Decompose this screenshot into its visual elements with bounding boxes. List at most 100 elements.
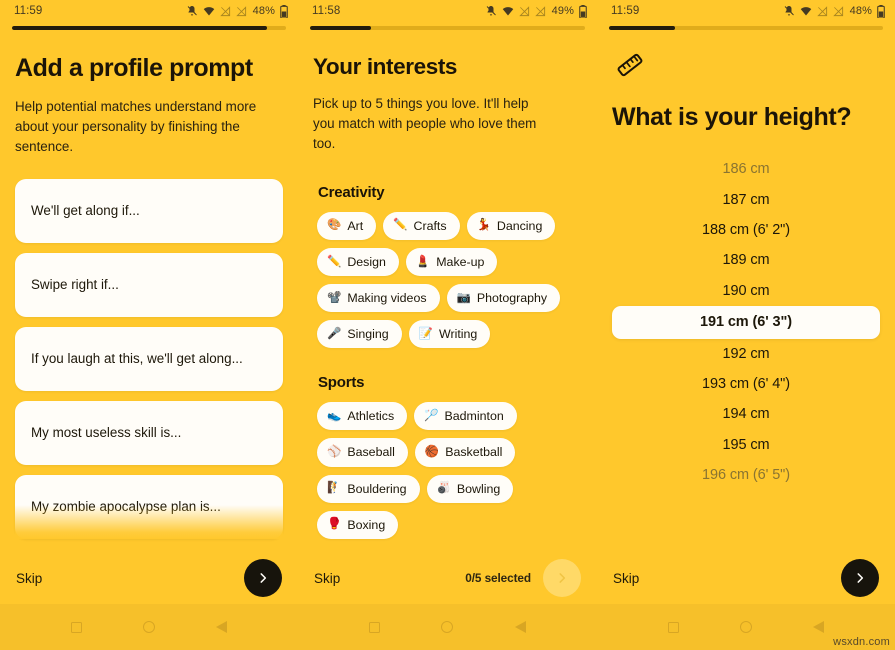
signal-off-icon	[518, 5, 529, 16]
interest-chip[interactable]: 🥊 Boxing	[317, 510, 399, 539]
height-option[interactable]: 189 cm	[612, 245, 880, 275]
chevron-right-icon	[559, 573, 566, 583]
ruler-icon	[615, 50, 880, 85]
status-clock: 11:59	[14, 5, 43, 17]
prompt-card[interactable]: My most useless skill is...	[15, 400, 283, 465]
screen-interests: 11:58 49% Your interests Pick up to 5 th…	[298, 0, 597, 650]
battery-percent: 48%	[252, 5, 275, 17]
recents-button[interactable]	[667, 621, 679, 633]
chip-label: Writing	[439, 327, 478, 342]
status-bar: 11:58 49%	[298, 0, 597, 22]
next-button[interactable]	[841, 559, 879, 597]
interest-chip[interactable]: 🏸 Badminton	[414, 402, 517, 431]
height-option[interactable]: 186 cm	[612, 154, 880, 184]
android-nav-bar	[0, 604, 298, 650]
height-option[interactable]: 196 cm (6' 5")	[612, 460, 880, 490]
signal-off-icon	[219, 5, 230, 16]
height-option[interactable]: 195 cm	[612, 430, 880, 460]
screen-content: Your interests Pick up to 5 things you l…	[298, 36, 597, 552]
interest-chip[interactable]: 📽️ Making videos	[317, 284, 440, 313]
footer-actions	[244, 559, 282, 597]
height-option[interactable]: 193 cm (6' 4")	[612, 369, 880, 399]
page-subtitle: Help potential matches understand more a…	[15, 99, 257, 154]
battery-icon	[877, 4, 885, 18]
status-icons: 48%	[783, 4, 885, 18]
next-button[interactable]	[543, 559, 581, 597]
home-button[interactable]	[142, 621, 155, 633]
interest-chip[interactable]: ✏️ Crafts	[383, 211, 460, 240]
dancing-icon: 💃	[476, 219, 491, 232]
athletics-icon: 👟	[327, 409, 342, 422]
page-title: Add a profile prompt	[15, 54, 253, 82]
android-nav-bar	[298, 604, 597, 650]
height-option[interactable]: 190 cm	[612, 275, 880, 305]
footer-actions	[841, 559, 879, 597]
interest-chip[interactable]: 👟 Athletics	[317, 402, 408, 431]
status-bar: 11:59 48%	[0, 0, 298, 22]
height-option[interactable]: 187 cm	[612, 185, 880, 215]
prompt-card[interactable]: If you laugh at this, we'll get along...	[15, 326, 283, 391]
status-clock: 11:59	[611, 5, 640, 17]
chip-label: Dancing	[496, 218, 543, 233]
design-icon: ✏️	[327, 255, 342, 268]
skip-button[interactable]: Skip	[16, 571, 42, 586]
chip-label: Crafts	[413, 218, 447, 233]
skip-button[interactable]: Skip	[613, 571, 639, 586]
chip-label: Badminton	[444, 409, 504, 424]
art-icon: 🎨	[327, 219, 342, 232]
chip-label: Design	[347, 254, 386, 269]
interest-chip[interactable]: 🎨 Art	[317, 211, 377, 240]
prompt-card[interactable]: We'll get along if...	[15, 178, 283, 243]
interest-chip[interactable]: 💄 Make-up	[405, 247, 498, 277]
interest-chip[interactable]: 🎤 Singing	[317, 320, 402, 349]
height-option[interactable]: 194 cm	[612, 399, 880, 429]
interest-chip[interactable]: 📝 Writing	[408, 320, 491, 349]
home-button[interactable]	[441, 621, 454, 633]
writing-icon: 📝	[418, 327, 433, 340]
home-button[interactable]	[739, 621, 752, 633]
chevron-right-icon	[260, 573, 267, 583]
interest-chip[interactable]: ⚾ Baseball	[317, 438, 408, 467]
interest-chip[interactable]: 📷 Photography	[446, 284, 561, 313]
badminton-icon: 🏸	[424, 409, 439, 422]
next-button[interactable]	[244, 559, 282, 597]
prompt-card[interactable]: My zombie apocalypse plan is...	[15, 474, 283, 539]
interest-chip[interactable]: 🎳 Bowling	[426, 474, 514, 503]
makeup-icon: 💄	[415, 255, 431, 268]
chip-group-sports: 👟 Athletics 🏸 Badminton ⚾ Baseball 🏀 Basketb…	[313, 402, 582, 539]
back-button[interactable]	[515, 621, 527, 633]
status-icons: 49%	[485, 4, 587, 18]
signal-off-icon	[534, 5, 545, 16]
prompt-card[interactable]: Swipe right if...	[15, 252, 283, 317]
battery-percent: 49%	[551, 5, 574, 17]
height-option-selected[interactable]: 191 cm (6' 3")	[612, 305, 880, 339]
progress-fill	[12, 26, 267, 30]
prompt-card-list: We'll get along if... Swipe right if... …	[15, 178, 283, 539]
interest-chip[interactable]: 💃 Dancing	[466, 211, 556, 240]
bell-muted-icon	[784, 6, 794, 16]
photography-icon: 📷	[456, 291, 471, 304]
chip-label: Make-up	[436, 254, 485, 269]
progress-track	[609, 26, 883, 30]
height-option[interactable]: 192 cm	[612, 339, 880, 369]
signal-off-icon	[235, 5, 246, 16]
battery-icon	[579, 4, 587, 18]
screen-content: What is your height? 186 cm 187 cm 188 c…	[597, 36, 895, 552]
recents-button[interactable]	[70, 621, 82, 633]
back-button[interactable]	[813, 621, 825, 633]
interest-chip[interactable]: ✏️ Design	[317, 247, 399, 277]
chip-label: Photography	[476, 291, 548, 306]
singing-icon: 🎤	[327, 327, 342, 340]
height-picker[interactable]: 186 cm 187 cm 188 cm (6' 2") 189 cm 190 …	[612, 154, 880, 490]
screen-height: 11:59 48% What is your height? 186 cm 18…	[597, 0, 895, 650]
chip-label: Bowling	[456, 481, 501, 496]
baseball-icon: ⚾	[327, 446, 342, 459]
back-button[interactable]	[216, 621, 228, 633]
height-option[interactable]: 188 cm (6' 2")	[612, 215, 880, 245]
bell-muted-icon	[187, 6, 197, 16]
interest-chip[interactable]: 🧗 Bouldering	[317, 474, 420, 503]
skip-button[interactable]: Skip	[314, 571, 340, 586]
interest-chip[interactable]: 🏀 Basketball	[414, 438, 516, 467]
section-heading-creativity: Creativity	[318, 183, 385, 201]
recents-button[interactable]	[368, 621, 380, 633]
